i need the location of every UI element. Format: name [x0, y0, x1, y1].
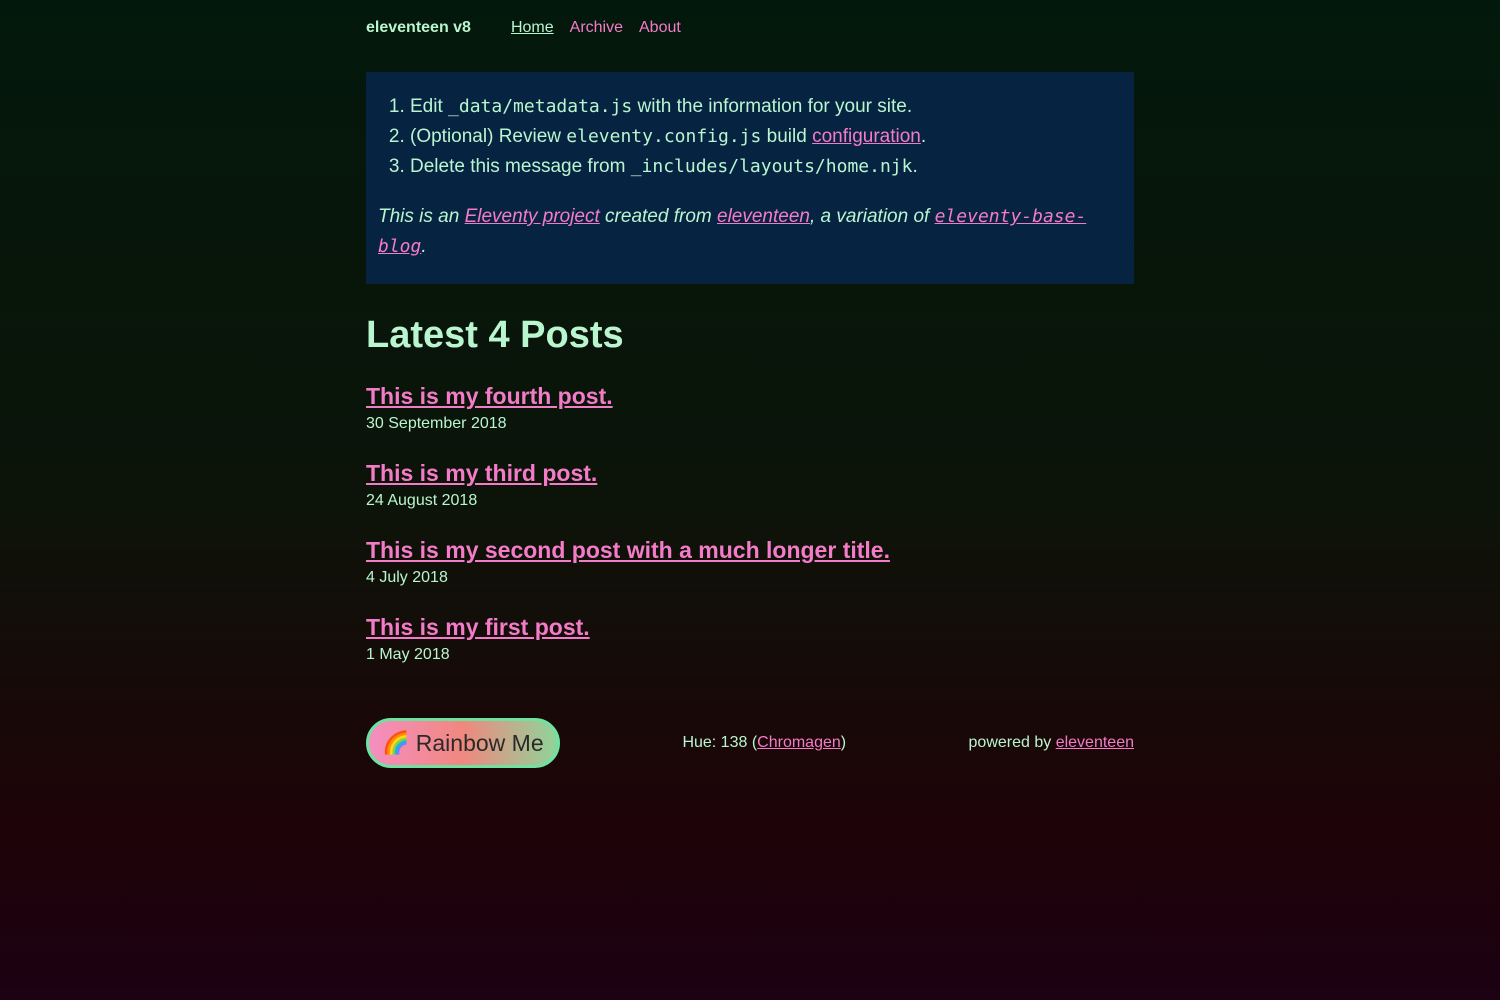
nav-home[interactable]: Home — [511, 19, 554, 37]
setup-steps-list: Edit _data/metadata.js with the informat… — [378, 92, 1122, 182]
post-title-link[interactable]: This is my third post. — [366, 458, 597, 488]
main-nav: Home Archive About — [511, 19, 681, 37]
setup-step: Delete this message from _includes/layou… — [410, 152, 1122, 182]
list-item: This is my first post. 1 May 2018 — [366, 612, 1134, 664]
site-title[interactable]: eleventeen v8 — [366, 19, 471, 37]
hue-readout: Hue: 138 (Chromagen) — [682, 734, 847, 751]
nav-archive[interactable]: Archive — [570, 19, 623, 37]
rainbow-me-button[interactable]: 🌈 Rainbow Me — [366, 718, 560, 768]
post-title-link[interactable]: This is my fourth post. — [366, 381, 613, 411]
rainbow-icon: 🌈 — [382, 730, 410, 755]
configuration-link[interactable]: configuration — [812, 126, 921, 147]
site-header: eleventeen v8 Home Archive About — [366, 0, 1134, 56]
eleventeen-link[interactable]: eleventeen — [717, 206, 810, 227]
powered-by: powered by eleventeen — [968, 734, 1134, 751]
post-title-link[interactable]: This is my first post. — [366, 612, 590, 642]
rainbow-me-label: Rainbow Me — [415, 729, 544, 756]
nav-about[interactable]: About — [639, 19, 681, 37]
page-title: Latest 4 Posts — [366, 314, 624, 356]
setup-step: Edit _data/metadata.js with the informat… — [410, 92, 1122, 122]
eleventy-project-link[interactable]: Eleventy project — [465, 206, 600, 227]
project-note: This is an Eleventy project created from… — [378, 206, 1087, 257]
setup-message-box: Edit _data/metadata.js with the informat… — [366, 72, 1134, 284]
site-footer: 🌈 Rainbow Me Hue: 138 (Chromagen) powere… — [366, 718, 1134, 768]
post-title-link[interactable]: This is my second post with a much longe… — [366, 535, 890, 565]
code-config-path: eleventy.config.js — [566, 126, 762, 147]
list-item: This is my third post. 24 August 2018 — [366, 458, 1134, 510]
post-date: 1 May 2018 — [366, 646, 450, 663]
chromagen-link[interactable]: Chromagen — [757, 734, 841, 751]
code-layout-path: _includes/layouts/home.njk — [630, 156, 913, 177]
powered-by-link[interactable]: eleventeen — [1056, 734, 1134, 751]
post-list: This is my fourth post. 30 September 201… — [366, 381, 1134, 664]
setup-step: (Optional) Review eleventy.config.js bui… — [410, 122, 1122, 152]
post-date: 30 September 2018 — [366, 415, 507, 432]
list-item: This is my fourth post. 30 September 201… — [366, 381, 1134, 433]
post-date: 24 August 2018 — [366, 492, 478, 509]
post-date: 4 July 2018 — [366, 569, 448, 586]
list-item: This is my second post with a much longe… — [366, 535, 1134, 587]
code-metadata-path: _data/metadata.js — [448, 96, 633, 117]
